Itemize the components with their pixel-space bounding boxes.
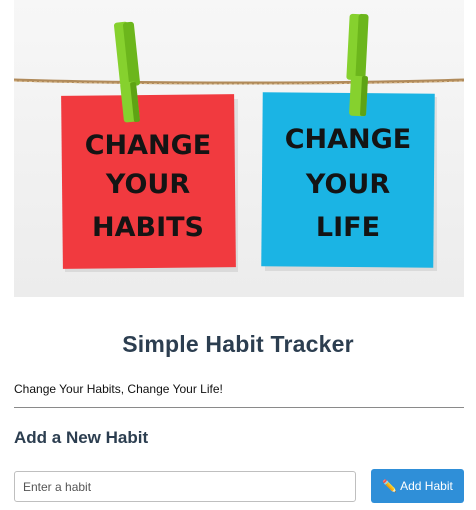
sticky-note-blue: CHANGE YOUR LIFE — [261, 92, 437, 271]
add-habit-button[interactable]: ✏️ Add Habit — [371, 469, 464, 503]
note-blue-line-1: CHANGE — [285, 124, 412, 155]
note-blue-line-2: YOUR — [305, 169, 390, 200]
tagline: Change Your Habits, Change Your Life! — [14, 382, 223, 396]
hero-image: CHANGE YOUR HABITS CHANGE YOUR LIFE — [14, 0, 464, 297]
page-title: Simple Habit Tracker — [122, 331, 354, 357]
habit-input[interactable] — [14, 471, 356, 502]
pencil-icon: ✏️ — [382, 479, 398, 493]
note-blue-line-3: LIFE — [316, 212, 380, 243]
divider — [14, 407, 464, 408]
note-red-line-2: YOUR — [105, 169, 190, 200]
add-habit-heading: Add a New Habit — [14, 428, 149, 447]
sticky-note-red: CHANGE YOUR HABITS — [61, 94, 238, 272]
note-red-line-1: CHANGE — [85, 130, 212, 161]
page: CHANGE YOUR HABITS CHANGE YOUR LIFE Simp… — [0, 0, 476, 510]
add-habit-button-label: Add Habit — [400, 479, 453, 493]
note-red-line-3: HABITS — [92, 212, 204, 243]
